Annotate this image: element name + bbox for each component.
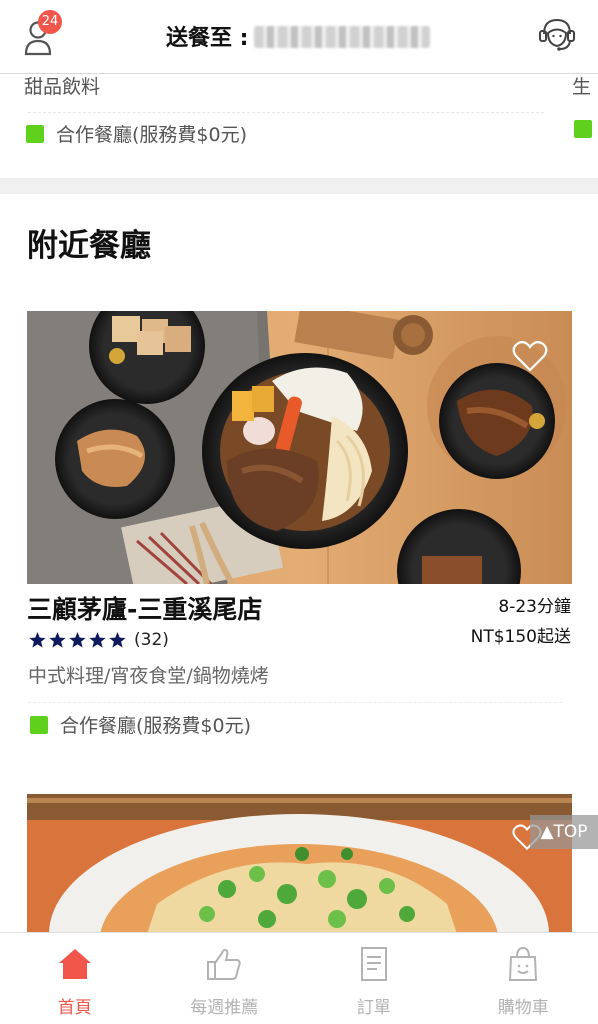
- section-separator: [0, 178, 598, 194]
- partner-text: 合作餐廳(服務費$0元): [60, 715, 252, 737]
- restaurant-name[interactable]: 三顧茅廬-三重溪尾店: [27, 590, 262, 626]
- document-icon: [360, 947, 387, 981]
- nav-label: 首頁: [57, 998, 92, 1018]
- back-to-top-button[interactable]: ▲TOP: [530, 815, 598, 849]
- cuisine-tags: 中式料理/宵夜食堂/鍋物燒烤: [28, 665, 269, 687]
- nav-label: 購物車: [497, 998, 549, 1018]
- food-photo-image: [27, 311, 572, 584]
- minimum-order: NT$150起送: [470, 627, 571, 647]
- headset-icon: [539, 18, 575, 51]
- bottom-navigation: 首頁 每週推薦 訂單 購物車: [0, 932, 598, 1024]
- app-header: 24 送餐至 :: [0, 0, 598, 74]
- notification-badge: 24: [38, 10, 62, 34]
- deliver-to-label: 送餐至 :: [166, 26, 249, 51]
- star-icon: [69, 632, 86, 648]
- category-label: 甜品飲料: [24, 76, 101, 98]
- heart-icon: [512, 340, 548, 372]
- nav-cart[interactable]: 購物車: [449, 933, 598, 1024]
- partner-tag: 合作餐廳(服務費$0元): [30, 711, 251, 738]
- shopping-bag-icon: [509, 946, 538, 981]
- section-title: 附近餐廳: [27, 228, 151, 264]
- food-photo-image: [27, 794, 572, 934]
- review-count: (32): [134, 630, 169, 650]
- nav-home[interactable]: 首頁: [0, 933, 150, 1024]
- customer-support-button[interactable]: [536, 14, 578, 56]
- category-carousel[interactable]: 甜品飲料 生 合作餐廳(服務費$0元): [0, 74, 598, 178]
- restaurant-photo[interactable]: [27, 794, 572, 934]
- nav-label: 每週推薦: [190, 998, 259, 1018]
- star-icon: [29, 632, 46, 648]
- partner-square-icon: [26, 124, 44, 143]
- home-icon: [58, 949, 91, 979]
- star-icon: [49, 632, 66, 648]
- thumbs-up-icon: [207, 948, 241, 980]
- partner-tag: 合作餐廳(服務費$0元): [26, 120, 247, 147]
- delivery-address[interactable]: [254, 26, 430, 48]
- divider: [28, 702, 562, 703]
- rating-stars: (32): [28, 630, 169, 650]
- partner-tag-next: [574, 120, 592, 138]
- partner-square-icon: [574, 120, 592, 138]
- category-label-next: 生: [572, 76, 592, 98]
- nav-orders[interactable]: 訂單: [299, 933, 449, 1024]
- divider: [28, 112, 544, 113]
- restaurant-photo[interactable]: [27, 311, 572, 584]
- star-icon: [109, 632, 126, 648]
- star-icon: [89, 632, 106, 648]
- partner-square-icon: [30, 715, 48, 734]
- delivery-time: 8-23分鐘: [498, 597, 571, 617]
- nav-weekly-picks[interactable]: 每週推薦: [150, 933, 300, 1024]
- nav-label: 訂單: [356, 998, 391, 1018]
- partner-text: 合作餐廳(服務費$0元): [56, 124, 248, 146]
- favorite-button[interactable]: [512, 340, 548, 372]
